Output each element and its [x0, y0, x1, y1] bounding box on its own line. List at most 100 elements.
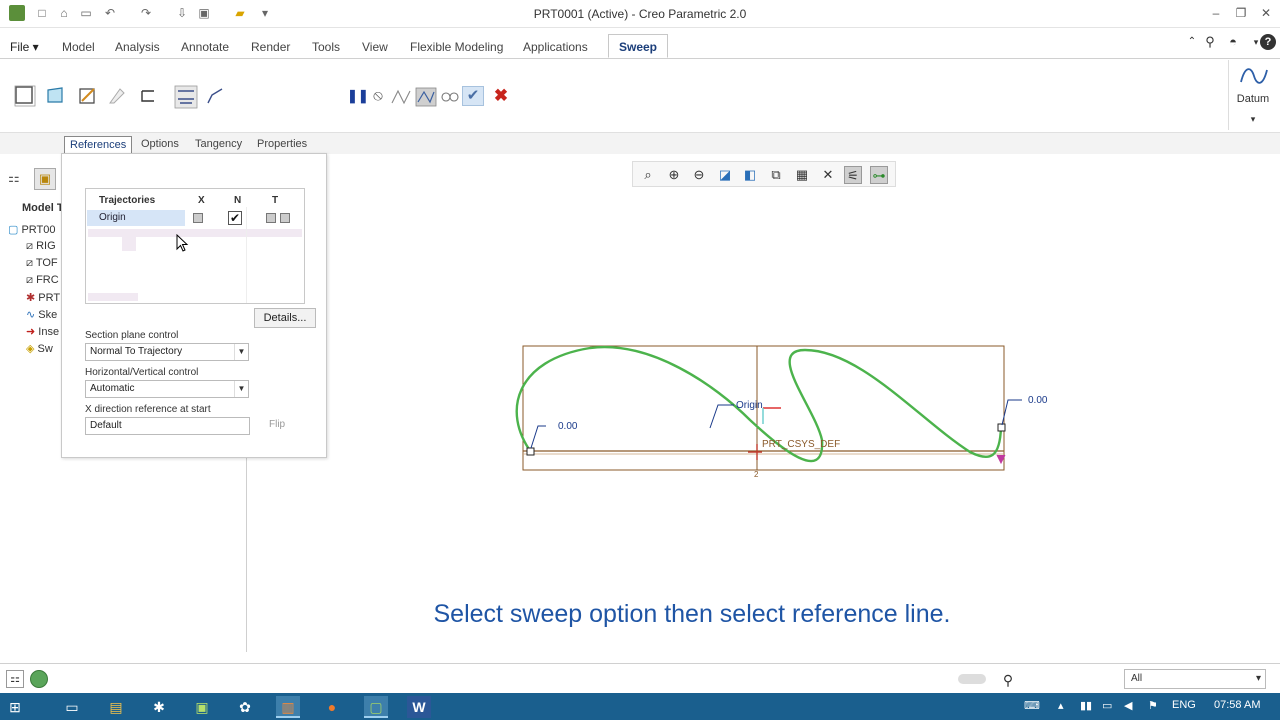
close-button[interactable]: ✕ — [1256, 4, 1276, 22]
taskbar-app-5[interactable]: ✿ — [233, 696, 257, 718]
dim-right-value[interactable]: 0.00 — [1028, 395, 1048, 406]
refit-icon[interactable]: ⌕ — [639, 166, 657, 184]
start-point-marker — [526, 447, 535, 456]
search-icon[interactable]: ⚲ — [1202, 34, 1218, 50]
collapse-ribbon-icon[interactable]: ⌃ — [1184, 34, 1200, 50]
dim-left-value[interactable]: 0.00 — [558, 421, 578, 432]
tree-item-insert-here[interactable]: ➜ Inse — [26, 325, 59, 338]
remove-material-icon — [109, 88, 125, 104]
datum-display-icon[interactable]: ✕ — [819, 166, 837, 184]
column-divider — [246, 207, 247, 303]
tab-references[interactable]: References — [64, 136, 133, 154]
repaint-icon[interactable]: ◪ — [716, 166, 734, 184]
tab-analysis[interactable]: Analysis — [109, 38, 166, 56]
tree-item-part[interactable]: ▢ PRT00 — [8, 223, 56, 236]
tab-tangency[interactable]: Tangency — [190, 136, 247, 154]
minimize-button[interactable]: – — [1206, 4, 1226, 22]
saved-orientations-icon[interactable]: ◧ — [741, 166, 759, 184]
dashboard-slide-tabs: References Options Tangency Properties — [0, 132, 1280, 154]
col-t: T — [272, 195, 279, 206]
restore-button[interactable]: ❐ — [1231, 4, 1251, 22]
tab-flexible-modeling[interactable]: Flexible Modeling — [404, 38, 509, 56]
t-checkbox-right[interactable] — [280, 213, 290, 223]
navigator-toggle-icon[interactable]: ⚏ — [6, 670, 24, 688]
start-icon[interactable]: ⊞ — [3, 696, 27, 718]
taskbar-app-1[interactable]: ▭ — [60, 696, 84, 718]
datum-dropdown-icon[interactable]: ▾ — [1229, 114, 1277, 125]
cancel-button[interactable]: ✖ — [491, 86, 511, 106]
tree-item-top-plane[interactable]: ⧄ TOF — [26, 257, 58, 270]
browser-toggle-icon[interactable] — [30, 670, 48, 688]
word-icon[interactable]: W — [407, 696, 431, 718]
volume-icon[interactable]: ◀ — [1124, 699, 1132, 712]
taskbar-app-6[interactable]: ▥ — [276, 696, 300, 718]
show-hidden-icons[interactable]: ▴ — [1058, 699, 1064, 712]
find-icon[interactable]: ⚲ — [998, 670, 1018, 690]
detached-preview-bg — [415, 87, 437, 107]
table-row[interactable]: Origin ✔ — [87, 210, 303, 226]
file-explorer-icon[interactable]: ▤ — [104, 696, 128, 718]
no-preview-button[interactable]: ⦸ — [370, 87, 386, 105]
chevron-down-icon[interactable]: ▾ — [1256, 670, 1261, 688]
zoom-in-icon[interactable]: ⊕ — [665, 166, 683, 184]
empty-cell-shade — [122, 237, 136, 251]
creo-taskbar-icon[interactable]: ▢ — [364, 696, 388, 718]
x-direction-reference-field[interactable]: Default — [85, 417, 250, 435]
tree-item-sweep[interactable]: ◈ Sw — [26, 342, 53, 355]
tab-render[interactable]: Render — [245, 38, 296, 56]
model-tree-tab-icon[interactable]: ⚏ — [8, 170, 20, 186]
chevron-down-icon[interactable]: ▼ — [234, 381, 248, 397]
taskbar-app-4[interactable]: ▣ — [190, 696, 214, 718]
flip-button[interactable]: Flip — [269, 419, 285, 430]
display-style-icon[interactable]: ▦ — [793, 166, 811, 184]
csys-label[interactable]: PRT_CSYS_DEF — [762, 439, 840, 450]
t-checkbox-left[interactable] — [266, 213, 276, 223]
chevron-down-icon[interactable]: ▼ — [234, 344, 248, 360]
col-trajectories: Trajectories — [99, 195, 156, 206]
horizontal-vertical-control-select[interactable]: Automatic ▼ — [85, 380, 249, 398]
details-button[interactable]: Details... — [254, 308, 316, 328]
community-icon[interactable]: ◓ — [1225, 34, 1241, 50]
taskbar-app-3[interactable]: ✱ — [147, 696, 171, 718]
tree-item-right-plane[interactable]: ⧄ RIG — [26, 240, 56, 253]
network-icon[interactable]: ▮▮ — [1080, 699, 1092, 712]
help-icon[interactable]: ? — [1260, 34, 1276, 50]
title-bar: □ ⌂ ▭ ↶ ↷ ⇩ ▣ ▰ ▾ PRT0001 (Active) - Cre… — [0, 0, 1280, 28]
selection-filter-select[interactable]: All ▾ — [1124, 669, 1266, 689]
tab-model[interactable]: Model — [56, 38, 101, 56]
tab-properties[interactable]: Properties — [252, 136, 312, 154]
tab-tools[interactable]: Tools — [306, 38, 346, 56]
view-manager-icon[interactable]: ⧉ — [767, 166, 785, 184]
tab-options[interactable]: Options — [136, 136, 184, 154]
trajectory-name[interactable]: Origin — [87, 210, 185, 226]
tab-file[interactable]: File ▾ — [4, 38, 45, 56]
battery-icon[interactable]: ▭ — [1102, 699, 1112, 712]
keyboard-icon[interactable]: ⌨ — [1024, 699, 1040, 712]
tree-item-sketch[interactable]: ∿ Ske — [26, 308, 57, 321]
annotation-display-icon[interactable]: ⊶ — [870, 166, 888, 184]
tab-applications[interactable]: Applications — [517, 38, 594, 56]
graphics-canvas[interactable]: 0.00 0.00 Origin PRT_CSYS_DEF 2 — [500, 330, 1060, 490]
tree-item-front-plane[interactable]: ⧄ FRC — [26, 274, 59, 287]
trajectories-table: Trajectories X N T Origin ✔ — [85, 188, 305, 304]
firefox-icon[interactable]: ● — [320, 696, 344, 718]
section-plane-control-select[interactable]: Normal To Trajectory ▼ — [85, 343, 249, 361]
tab-annotate[interactable]: Annotate — [175, 38, 235, 56]
x-checkbox[interactable] — [193, 213, 203, 223]
datum-group[interactable]: Datum ▾ — [1228, 60, 1278, 130]
origin-label[interactable]: Origin — [736, 400, 763, 411]
language-indicator[interactable]: ENG — [1172, 699, 1196, 711]
status-bar: ⚏ ⚲ All ▾ — [0, 663, 1280, 693]
tab-view[interactable]: View — [356, 38, 394, 56]
clock[interactable]: 07:58 AM — [1214, 699, 1260, 711]
pause-button[interactable]: ❚❚ — [347, 88, 369, 104]
tree-item-csys[interactable]: ✱ PRT — [26, 291, 60, 304]
flag-icon[interactable]: ⚑ — [1148, 699, 1158, 712]
n-checkbox[interactable]: ✔ — [228, 211, 242, 225]
spin-center-icon[interactable]: ⚟ — [844, 166, 862, 184]
ok-button[interactable]: ✔ — [462, 86, 484, 106]
col-x: X — [198, 195, 205, 206]
tab-sweep[interactable]: Sweep — [608, 34, 669, 58]
folder-browser-tab-icon[interactable]: ▣ — [34, 168, 56, 190]
zoom-out-icon[interactable]: ⊖ — [690, 166, 708, 184]
